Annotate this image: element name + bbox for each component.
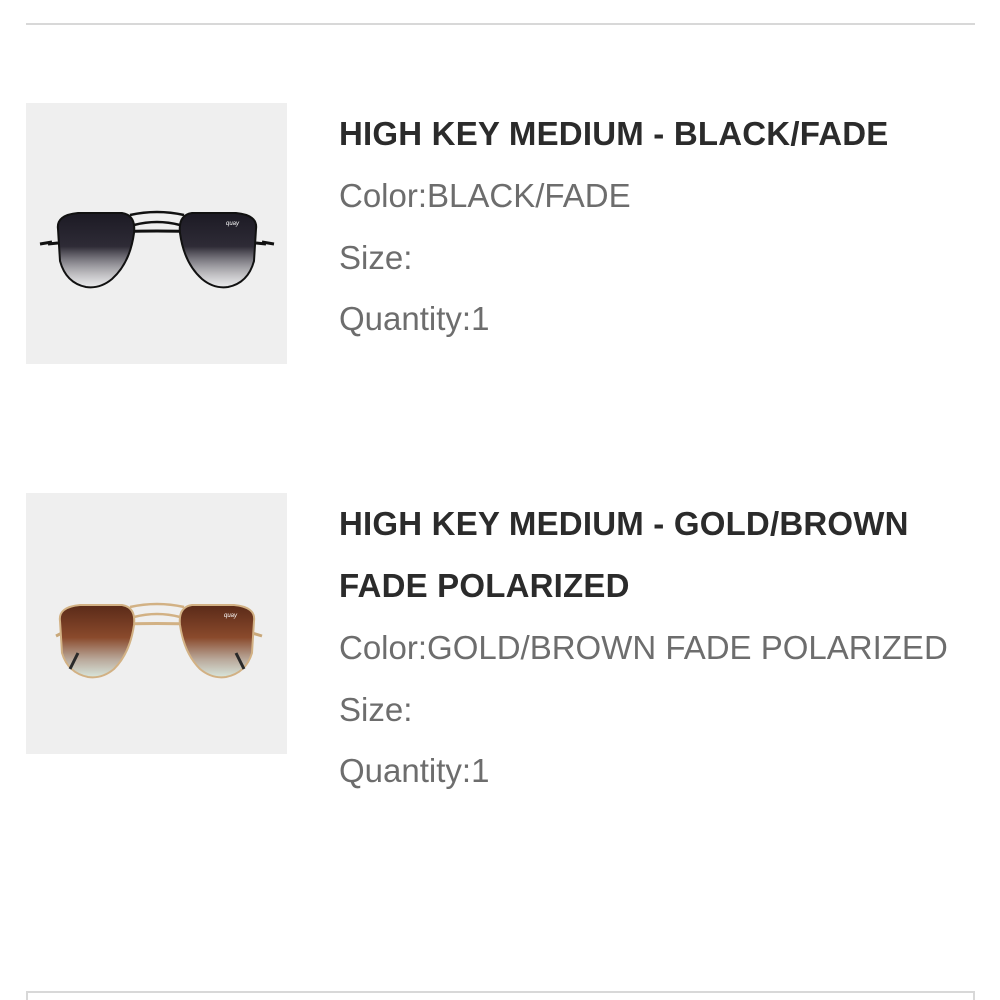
product-thumbnail[interactable]: quay: [26, 103, 287, 364]
product-details: HIGH KEY MEDIUM - BLACK/FADE Color:BLACK…: [339, 103, 975, 350]
bottom-panel[interactable]: [26, 991, 975, 1000]
product-thumbnail[interactable]: quay: [26, 493, 287, 754]
product-color: Color:GOLD/BROWN FADE POLARIZED: [339, 629, 948, 666]
top-divider: [26, 23, 975, 25]
product-quantity: Quantity:1: [339, 752, 490, 789]
svg-text:quay: quay: [224, 613, 238, 619]
product-title[interactable]: HIGH KEY MEDIUM - GOLD/BROWN FADE POLARI…: [339, 493, 975, 617]
product-color: Color:BLACK/FADE: [339, 177, 631, 214]
cart-items-page: quay HIGH KEY MEDIUM - BLACK/FADE Color:…: [0, 0, 1000, 1000]
product-size: Size:: [339, 690, 413, 728]
svg-text:quay: quay: [226, 221, 240, 227]
product-size: Size:: [339, 238, 413, 276]
product-details: HIGH KEY MEDIUM - GOLD/BROWN FADE POLARI…: [339, 493, 975, 802]
gold-brown-fade-aviator-sunglasses-icon: quay: [55, 602, 263, 679]
product-title[interactable]: HIGH KEY MEDIUM - BLACK/FADE: [339, 103, 975, 165]
product-quantity: Quantity:1: [339, 300, 490, 337]
black-fade-aviator-sunglasses-icon: quay: [39, 210, 275, 289]
